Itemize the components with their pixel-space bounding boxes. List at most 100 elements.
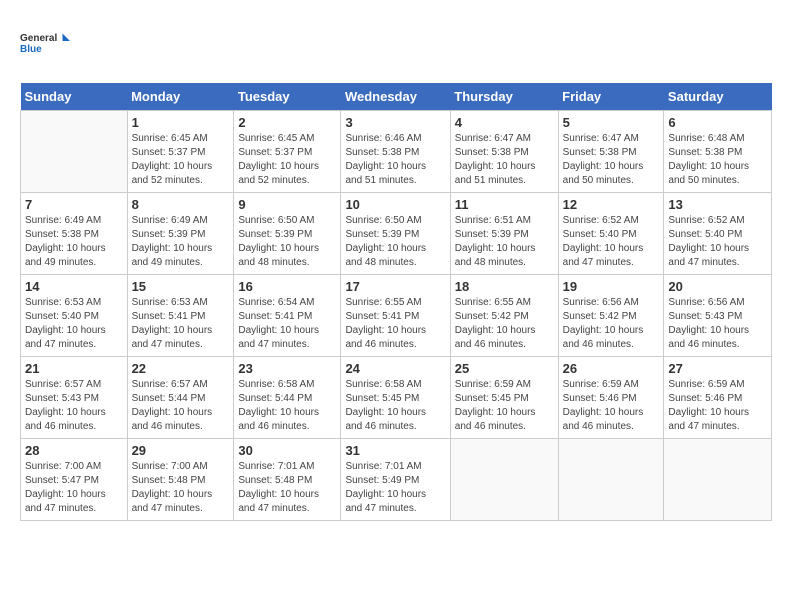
week-row-4: 21Sunrise: 6:57 AMSunset: 5:43 PMDayligh…: [21, 357, 772, 439]
day-number: 22: [132, 361, 230, 376]
calendar-cell: 4Sunrise: 6:47 AMSunset: 5:38 PMDaylight…: [450, 111, 558, 193]
day-info: Sunrise: 6:50 AMSunset: 5:39 PMDaylight:…: [345, 214, 445, 270]
day-info: Sunrise: 6:49 AMSunset: 5:39 PMDaylight:…: [132, 214, 230, 270]
svg-text:Blue: Blue: [20, 44, 42, 55]
calendar-cell: 23 Sunrise: 6:58 AMSunset: 5:44 PMDayligh…: [234, 357, 341, 439]
day-number: 3: [345, 115, 445, 130]
calendar-cell: 8 Sunrise: 6:49 AMSunset: 5:39 PMDaylight…: [127, 193, 234, 275]
day-info: Sunrise: 6:56 AMSunset: 5:43 PMDaylight:…: [668, 296, 767, 352]
week-row-1: 1 Sunrise: 6:45 AMSunset: 5:37 PMDaylight…: [21, 111, 772, 193]
calendar-cell: 11 Sunrise: 6:51 AMSunset: 5:39 PMDayligh…: [450, 193, 558, 275]
day-number: 17: [345, 279, 445, 294]
day-info: Sunrise: 6:56 AMSunset: 5:42 PMDaylight:…: [563, 296, 660, 352]
day-info: Sunrise: 6:55 AMSunset: 5:41 PMDaylight:…: [345, 296, 445, 352]
day-info: Sunrise: 6:46 AMSunset: 5:38 PMDaylight:…: [345, 132, 445, 188]
calendar-cell: 16 Sunrise: 6:54 AMSunset: 5:41 PMDayligh…: [234, 275, 341, 357]
calendar-cell: 24Sunrise: 6:58 AMSunset: 5:45 PMDayligh…: [341, 357, 450, 439]
day-info: Sunrise: 6:59 AMSunset: 5:45 PMDaylight:…: [455, 378, 554, 434]
weekday-header-thursday: Thursday: [450, 83, 558, 111]
calendar-cell: [664, 439, 772, 521]
calendar-cell: 1 Sunrise: 6:45 AMSunset: 5:37 PMDaylight…: [127, 111, 234, 193]
day-info: Sunrise: 6:57 AMSunset: 5:44 PMDaylight:…: [132, 378, 230, 434]
calendar-cell: 26 Sunrise: 6:59 AMSunset: 5:46 PMDayligh…: [558, 357, 664, 439]
day-number: 5: [563, 115, 660, 130]
calendar-cell: 30Sunrise: 7:01 AMSunset: 5:48 PMDayligh…: [234, 439, 341, 521]
day-number: 29: [132, 443, 230, 458]
day-info: Sunrise: 6:45 AMSunset: 5:37 PMDaylight:…: [238, 132, 336, 188]
day-number: 28: [25, 443, 123, 458]
calendar-cell: 19 Sunrise: 6:56 AMSunset: 5:42 PMDayligh…: [558, 275, 664, 357]
calendar-cell: 27 Sunrise: 6:59 AMSunset: 5:46 PMDayligh…: [664, 357, 772, 439]
calendar-cell: 7 Sunrise: 6:49 AMSunset: 5:38 PMDaylight…: [21, 193, 128, 275]
day-number: 2: [238, 115, 336, 130]
day-info: Sunrise: 6:55 AMSunset: 5:42 PMDaylight:…: [455, 296, 554, 352]
calendar-cell: [558, 439, 664, 521]
weekday-header-friday: Friday: [558, 83, 664, 111]
weekday-header-sunday: Sunday: [21, 83, 128, 111]
day-info: Sunrise: 6:47 AMSunset: 5:38 PMDaylight:…: [455, 132, 554, 188]
day-info: Sunrise: 6:51 AMSunset: 5:39 PMDaylight:…: [455, 214, 554, 270]
calendar-cell: 5 Sunrise: 6:47 AMSunset: 5:38 PMDaylight…: [558, 111, 664, 193]
calendar-cell: 13Sunrise: 6:52 AMSunset: 5:40 PMDayligh…: [664, 193, 772, 275]
day-info: Sunrise: 6:54 AMSunset: 5:41 PMDaylight:…: [238, 296, 336, 352]
day-info: Sunrise: 6:49 AMSunset: 5:38 PMDaylight:…: [25, 214, 123, 270]
calendar-cell: 25 Sunrise: 6:59 AMSunset: 5:45 PMDayligh…: [450, 357, 558, 439]
day-number: 30: [238, 443, 336, 458]
day-number: 19: [563, 279, 660, 294]
day-info: Sunrise: 6:52 AMSunset: 5:40 PMDaylight:…: [668, 214, 767, 270]
day-info: Sunrise: 7:00 AMSunset: 5:48 PMDaylight:…: [132, 460, 230, 516]
day-number: 23: [238, 361, 336, 376]
weekday-header-saturday: Saturday: [664, 83, 772, 111]
day-info: Sunrise: 6:59 AMSunset: 5:46 PMDaylight:…: [668, 378, 767, 434]
calendar-cell: 10 Sunrise: 6:50 AMSunset: 5:39 PMDayligh…: [341, 193, 450, 275]
day-number: 25: [455, 361, 554, 376]
day-info: Sunrise: 6:47 AMSunset: 5:38 PMDaylight:…: [563, 132, 660, 188]
day-info: Sunrise: 6:57 AMSunset: 5:43 PMDaylight:…: [25, 378, 123, 434]
day-info: Sunrise: 6:45 AMSunset: 5:37 PMDaylight:…: [132, 132, 230, 188]
day-info: Sunrise: 6:52 AMSunset: 5:40 PMDaylight:…: [563, 214, 660, 270]
calendar-cell: 22 Sunrise: 6:57 AMSunset: 5:44 PMDayligh…: [127, 357, 234, 439]
calendar-cell: 15 Sunrise: 6:53 AMSunset: 5:41 PMDayligh…: [127, 275, 234, 357]
svg-text:General: General: [20, 33, 57, 44]
calendar-cell: 18 Sunrise: 6:55 AMSunset: 5:42 PMDayligh…: [450, 275, 558, 357]
calendar-cell: 28 Sunrise: 7:00 AMSunset: 5:47 PMDayligh…: [21, 439, 128, 521]
day-info: Sunrise: 6:58 AMSunset: 5:44 PMDaylight:…: [238, 378, 336, 434]
week-row-5: 28 Sunrise: 7:00 AMSunset: 5:47 PMDayligh…: [21, 439, 772, 521]
day-info: Sunrise: 7:01 AMSunset: 5:49 PMDaylight:…: [345, 460, 445, 516]
week-row-2: 7 Sunrise: 6:49 AMSunset: 5:38 PMDaylight…: [21, 193, 772, 275]
day-number: 10: [345, 197, 445, 212]
day-number: 6: [668, 115, 767, 130]
day-number: 7: [25, 197, 123, 212]
day-number: 15: [132, 279, 230, 294]
logo: General Blue: [20, 20, 70, 65]
calendar-cell: 21Sunrise: 6:57 AMSunset: 5:43 PMDayligh…: [21, 357, 128, 439]
calendar-cell: 3 Sunrise: 6:46 AMSunset: 5:38 PMDaylight…: [341, 111, 450, 193]
calendar-cell: [450, 439, 558, 521]
week-row-3: 14Sunrise: 6:53 AMSunset: 5:40 PMDayligh…: [21, 275, 772, 357]
day-info: Sunrise: 7:00 AMSunset: 5:47 PMDaylight:…: [25, 460, 123, 516]
calendar-table: SundayMondayTuesdayWednesdayThursdayFrid…: [20, 83, 772, 521]
logo-svg: General Blue: [20, 20, 70, 65]
day-number: 26: [563, 361, 660, 376]
day-number: 12: [563, 197, 660, 212]
day-number: 1: [132, 115, 230, 130]
weekday-header-wednesday: Wednesday: [341, 83, 450, 111]
day-number: 11: [455, 197, 554, 212]
day-number: 16: [238, 279, 336, 294]
calendar-cell: 9Sunrise: 6:50 AMSunset: 5:39 PMDaylight…: [234, 193, 341, 275]
day-info: Sunrise: 6:53 AMSunset: 5:41 PMDaylight:…: [132, 296, 230, 352]
calendar-cell: 2 Sunrise: 6:45 AMSunset: 5:37 PMDaylight…: [234, 111, 341, 193]
calendar-cell: 20Sunrise: 6:56 AMSunset: 5:43 PMDayligh…: [664, 275, 772, 357]
day-number: 18: [455, 279, 554, 294]
day-number: 27: [668, 361, 767, 376]
weekday-header-monday: Monday: [127, 83, 234, 111]
calendar-cell: 29 Sunrise: 7:00 AMSunset: 5:48 PMDayligh…: [127, 439, 234, 521]
day-number: 14: [25, 279, 123, 294]
calendar-cell: 6Sunrise: 6:48 AMSunset: 5:38 PMDaylight…: [664, 111, 772, 193]
calendar-cell: 17 Sunrise: 6:55 AMSunset: 5:41 PMDayligh…: [341, 275, 450, 357]
calendar-cell: 12 Sunrise: 6:52 AMSunset: 5:40 PMDayligh…: [558, 193, 664, 275]
day-info: Sunrise: 6:59 AMSunset: 5:46 PMDaylight:…: [563, 378, 660, 434]
day-number: 31: [345, 443, 445, 458]
day-number: 8: [132, 197, 230, 212]
day-number: 24: [345, 361, 445, 376]
